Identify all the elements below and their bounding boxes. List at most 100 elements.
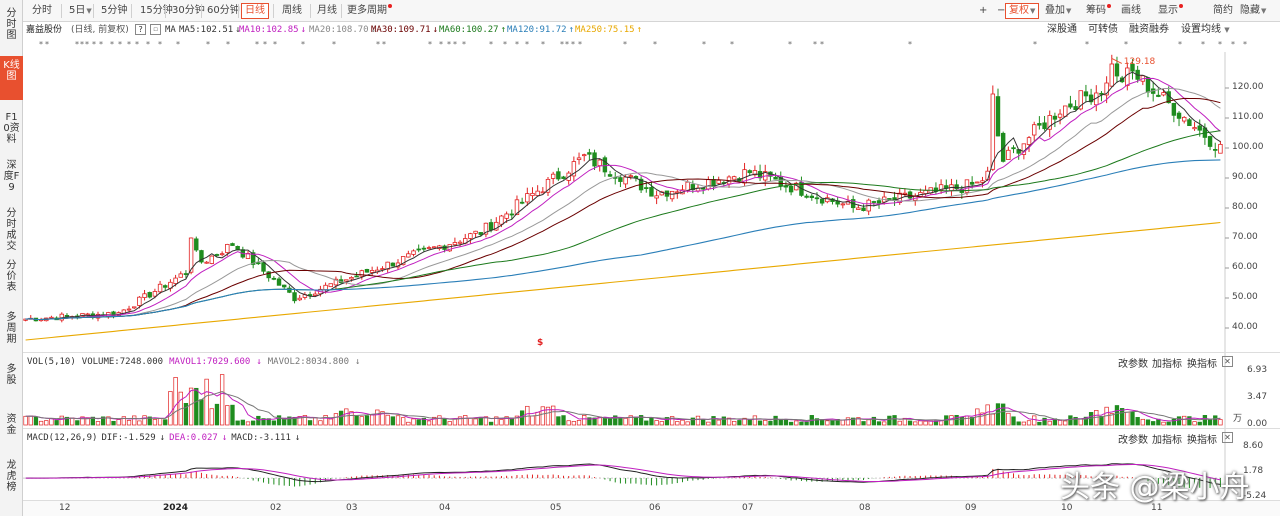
candle-body[interactable] bbox=[178, 273, 183, 278]
candle-body[interactable] bbox=[814, 197, 820, 200]
candle-body[interactable] bbox=[364, 268, 370, 273]
candle-body[interactable] bbox=[1171, 102, 1177, 116]
candle-body[interactable] bbox=[509, 213, 515, 216]
candle-body[interactable] bbox=[576, 157, 582, 160]
candle-body[interactable] bbox=[530, 192, 535, 197]
candle-body[interactable] bbox=[261, 262, 266, 272]
candle-body[interactable] bbox=[669, 190, 675, 200]
event-marker-icon[interactable]: * bbox=[653, 40, 657, 49]
candle-body[interactable] bbox=[1114, 63, 1120, 77]
candle-body[interactable] bbox=[380, 268, 385, 270]
candle-body[interactable] bbox=[147, 292, 152, 298]
period-tab-8[interactable]: 月线 bbox=[313, 3, 341, 19]
candle-body[interactable] bbox=[550, 173, 556, 179]
event-marker-icon[interactable]: * bbox=[1178, 40, 1182, 49]
period-tab-9[interactable]: 更多周期 bbox=[343, 3, 396, 19]
candle-body[interactable] bbox=[488, 222, 494, 231]
candle-body[interactable] bbox=[85, 313, 90, 316]
candle-body[interactable] bbox=[1176, 112, 1182, 119]
close-icon[interactable]: ✕ bbox=[1222, 356, 1233, 367]
period-tab-0[interactable]: 分时 bbox=[28, 3, 56, 19]
event-marker-icon[interactable]: * bbox=[462, 40, 466, 49]
candle-body[interactable] bbox=[535, 190, 540, 196]
event-marker-icon[interactable]: * bbox=[428, 40, 432, 49]
candle-body[interactable] bbox=[995, 96, 1001, 137]
event-marker-icon[interactable]: * bbox=[447, 40, 451, 49]
candle-body[interactable] bbox=[468, 233, 473, 239]
candle-body[interactable] bbox=[1213, 149, 1218, 151]
candle-body[interactable] bbox=[561, 176, 566, 179]
candle-body[interactable] bbox=[587, 152, 592, 155]
event-marker-icon[interactable]: * bbox=[541, 40, 545, 49]
event-marker-icon[interactable]: * bbox=[813, 40, 817, 49]
nav-item-8[interactable]: 资金 bbox=[0, 410, 23, 448]
event-marker-icon[interactable]: * bbox=[788, 40, 792, 49]
event-marker-icon[interactable]: * bbox=[75, 40, 79, 49]
toolbar-item-0[interactable]: 复权▼ bbox=[1005, 3, 1040, 19]
candle-body[interactable] bbox=[1207, 136, 1213, 147]
candle-body[interactable] bbox=[628, 175, 633, 178]
candle-body[interactable] bbox=[711, 179, 716, 187]
event-marker-icon[interactable]: * bbox=[85, 40, 89, 49]
candle-body[interactable] bbox=[219, 253, 225, 256]
candle-body[interactable] bbox=[716, 179, 721, 184]
candle-body[interactable] bbox=[276, 278, 282, 286]
candle-body[interactable] bbox=[1187, 119, 1192, 126]
event-marker-icon[interactable]: * bbox=[820, 40, 824, 49]
candle-body[interactable] bbox=[194, 238, 199, 251]
event-marker-icon[interactable]: * bbox=[1085, 40, 1089, 49]
candle-body[interactable] bbox=[1109, 63, 1115, 87]
event-marker-icon[interactable]: * bbox=[226, 40, 230, 49]
candle-body[interactable] bbox=[581, 154, 587, 157]
candle-body[interactable] bbox=[281, 284, 287, 288]
nav-item-3[interactable]: 深度F9 bbox=[0, 156, 23, 196]
nav-item-2[interactable]: F10资料 bbox=[0, 108, 23, 150]
candle-body[interactable] bbox=[675, 191, 680, 194]
candle-body[interactable] bbox=[788, 185, 794, 193]
toolbar-item-3[interactable]: 画线 bbox=[1117, 3, 1145, 19]
candle-body[interactable] bbox=[975, 181, 980, 184]
candle-body[interactable] bbox=[871, 201, 877, 203]
volume-btn-0[interactable]: 改参数 bbox=[1118, 355, 1148, 370]
candle-body[interactable] bbox=[369, 270, 375, 273]
candle-body[interactable] bbox=[773, 176, 778, 180]
candle-body[interactable] bbox=[406, 253, 411, 258]
candle-body[interactable] bbox=[623, 176, 628, 185]
candle-body[interactable] bbox=[969, 181, 975, 185]
candle-body[interactable] bbox=[504, 213, 509, 219]
candle-body[interactable] bbox=[1197, 125, 1202, 131]
period-tab-7[interactable]: 周线 bbox=[278, 3, 306, 19]
candle-body[interactable] bbox=[954, 184, 959, 190]
candle-body[interactable] bbox=[292, 292, 297, 302]
candle-body[interactable] bbox=[256, 262, 261, 265]
info-link-0[interactable]: 深股通 bbox=[1047, 22, 1077, 38]
candle-body[interactable] bbox=[416, 248, 421, 251]
help-icon[interactable]: ? bbox=[135, 24, 146, 35]
candle-body[interactable] bbox=[747, 170, 752, 174]
nav-item-5[interactable]: 分价表 bbox=[0, 256, 23, 296]
candle-body[interactable] bbox=[654, 195, 659, 199]
volume-btn-2[interactable]: 换指标 bbox=[1187, 355, 1217, 370]
candle-body[interactable] bbox=[137, 296, 142, 306]
candle-body[interactable] bbox=[525, 193, 530, 203]
candle-body[interactable] bbox=[142, 293, 147, 298]
period-tab-6[interactable]: 日线 bbox=[241, 3, 269, 19]
candle-body[interactable] bbox=[209, 255, 215, 264]
event-marker-icon[interactable]: * bbox=[146, 40, 150, 49]
candle-body[interactable] bbox=[861, 207, 866, 211]
event-marker-icon[interactable]: * bbox=[1218, 40, 1222, 49]
event-marker-icon[interactable]: * bbox=[45, 40, 49, 49]
candle-body[interactable] bbox=[685, 181, 690, 192]
event-marker-icon[interactable]: * bbox=[439, 40, 443, 49]
nav-item-9[interactable]: 龙虎榜 bbox=[0, 456, 23, 500]
toolbar-item-4[interactable]: 显示 bbox=[1154, 3, 1187, 19]
candle-body[interactable] bbox=[990, 93, 996, 170]
candle-body[interactable] bbox=[1011, 147, 1016, 150]
candle-body[interactable] bbox=[452, 242, 458, 246]
candle-body[interactable] bbox=[131, 306, 137, 309]
candle-body[interactable] bbox=[1006, 149, 1011, 160]
candle-body[interactable] bbox=[1161, 92, 1166, 96]
macd-btn-2[interactable]: 换指标 bbox=[1187, 431, 1217, 446]
nav-item-6[interactable]: 多周期 bbox=[0, 308, 23, 352]
candle-body[interactable] bbox=[597, 159, 602, 167]
